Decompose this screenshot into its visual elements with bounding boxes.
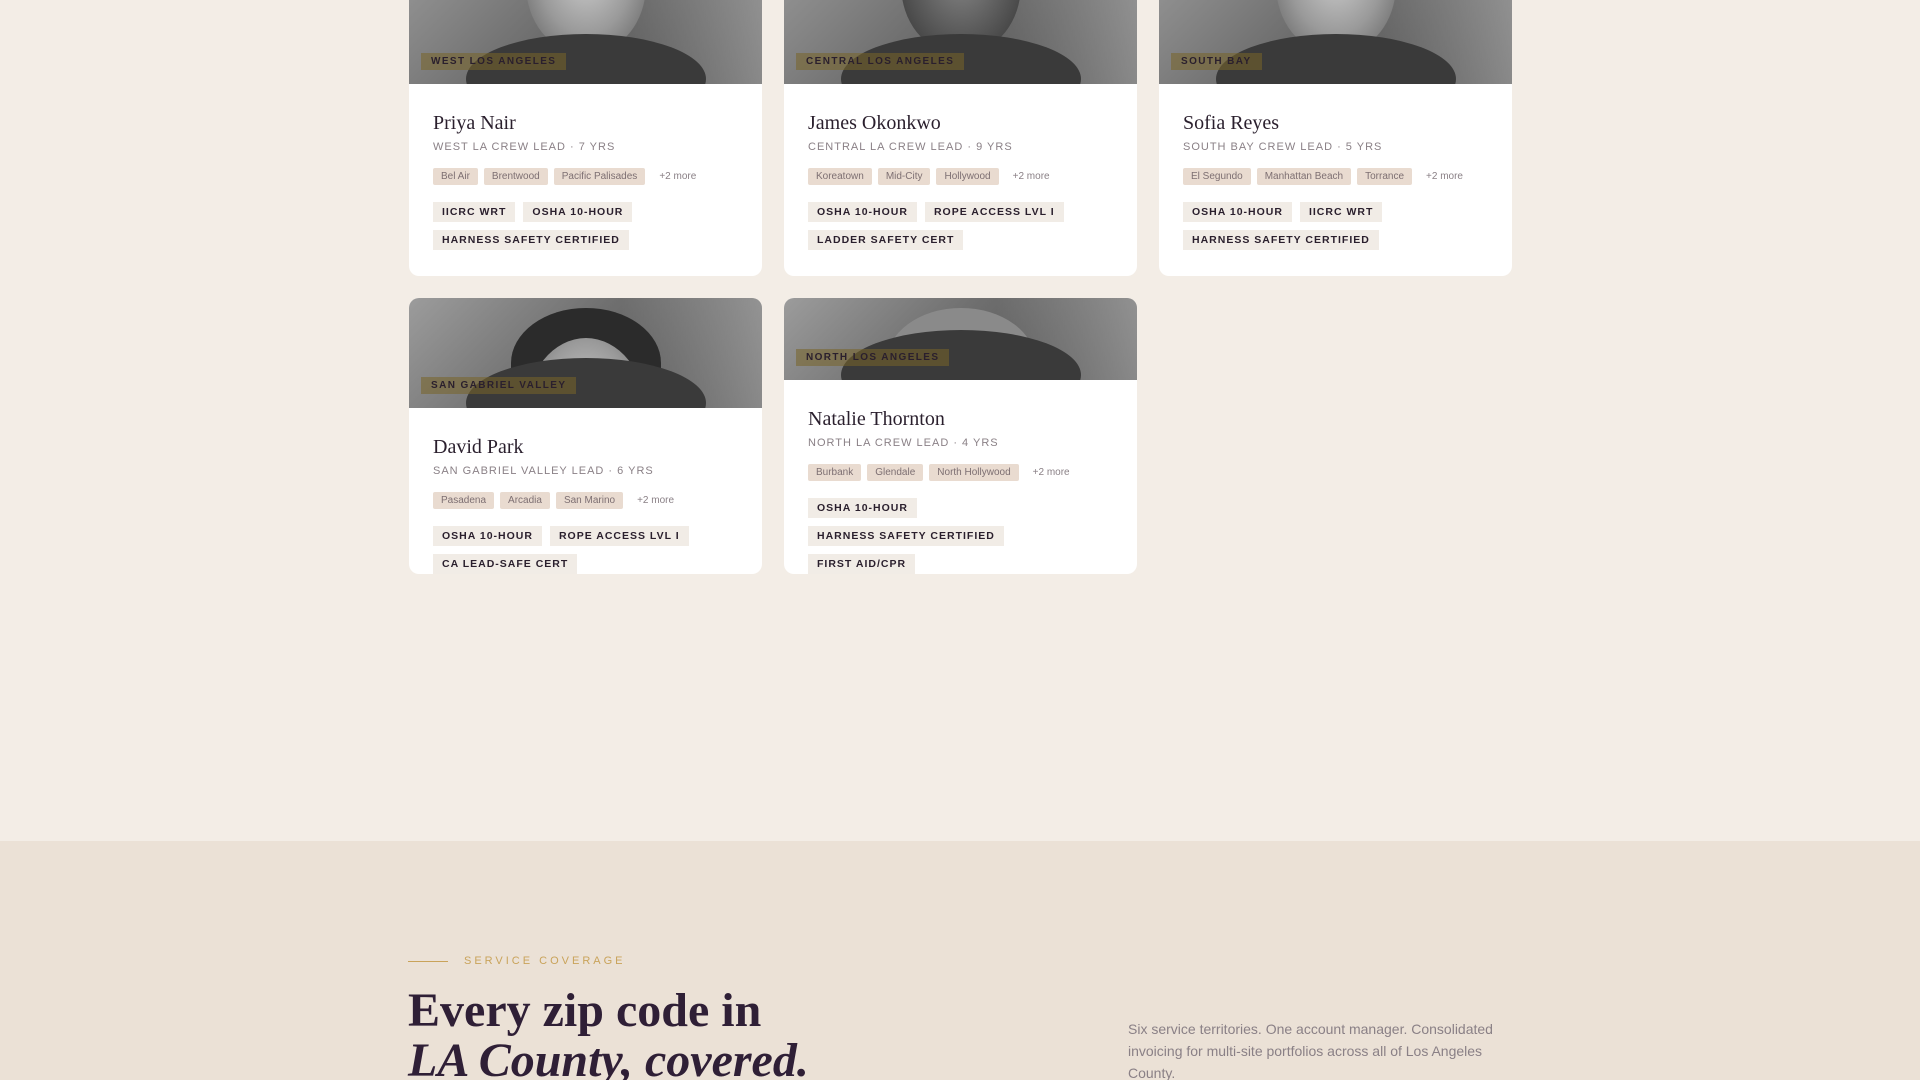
area-tag: Arcadia: [500, 491, 550, 509]
team-grid: West Los Angeles Priya Nair West LA Crew…: [409, 0, 1512, 574]
cert-badge: First Aid/CPR: [808, 554, 916, 574]
team-card-priya-nair[interactable]: West Los Angeles Priya Nair West LA Crew…: [409, 0, 762, 276]
card-body: David Park San Gabriel Valley Lead · 6 y…: [409, 408, 762, 574]
team-photo: San Gabriel Valley: [409, 298, 762, 408]
area-tag: Mid-City: [877, 167, 931, 185]
service-areas: Pasadena Arcadia San Marino +2 more: [433, 491, 738, 509]
member-role: North LA Crew Lead · 4 yrs: [808, 437, 999, 449]
coverage-headline: Every zip code in LA County, covered.: [408, 986, 809, 1080]
cert-badge: OSHA 10-Hour: [433, 526, 542, 546]
coverage-eyebrow: Service Coverage: [408, 955, 626, 967]
service-coverage-section: [0, 841, 1920, 1080]
coverage-description: Six service territories. One account man…: [1128, 1021, 1493, 1080]
eyebrow-rule: [408, 960, 448, 962]
area-tag: Burbank: [808, 463, 862, 481]
headline-line-1: Every zip code in: [408, 984, 762, 1037]
more-areas-link[interactable]: +2 more: [659, 171, 696, 182]
member-role: South Bay Crew Lead · 5 yrs: [1183, 141, 1383, 153]
region-badge: North Los Angeles: [796, 349, 950, 366]
area-tag: San Marino: [555, 491, 624, 509]
more-areas-link[interactable]: +2 more: [637, 495, 674, 506]
headline-line-2: LA County, covered.: [408, 1034, 809, 1080]
cert-badge: Harness Safety Certified: [433, 230, 629, 250]
cert-badge: OSHA 10-Hour: [523, 202, 633, 222]
eyebrow-label: Service Coverage: [464, 955, 626, 967]
more-areas-link[interactable]: +2 more: [1426, 171, 1463, 182]
more-areas-link[interactable]: +2 more: [1013, 171, 1050, 182]
cert-badge: OSHA 10-Hour: [808, 202, 917, 222]
certifications: OSHA 10-Hour IICRC WRT Harness Safety Ce…: [1183, 202, 1483, 250]
area-tag: Brentwood: [483, 167, 548, 185]
member-role: San Gabriel Valley Lead · 6 yrs: [433, 465, 654, 477]
area-tag: Pacific Palisades: [553, 167, 646, 185]
area-tag: Pasadena: [433, 491, 495, 509]
member-name: Priya Nair: [433, 112, 516, 134]
cert-badge: Ladder Safety Cert: [808, 230, 964, 250]
cert-badge: OSHA 10-Hour: [808, 498, 917, 518]
team-card-sofia-reyes[interactable]: South Bay Sofia Reyes South Bay Crew Lea…: [1159, 0, 1512, 276]
area-tag: Hollywood: [936, 167, 999, 185]
service-areas: Burbank Glendale North Hollywood +2 more: [808, 463, 1113, 481]
cert-badge: Rope Access Lvl I: [549, 526, 689, 546]
cert-badge: Harness Safety Certified: [808, 526, 1004, 546]
member-name: James Okonkwo: [808, 112, 941, 134]
region-badge: Central Los Angeles: [796, 53, 965, 70]
service-areas: Koreatown Mid-City Hollywood +2 more: [808, 167, 1113, 185]
member-name: David Park: [433, 436, 524, 458]
certifications: OSHA 10-Hour Rope Access Lvl I CA Lead-S…: [433, 526, 733, 574]
card-body: Natalie Thornton North LA Crew Lead · 4 …: [784, 380, 1137, 574]
region-badge: West Los Angeles: [421, 53, 567, 70]
team-card-david-park[interactable]: San Gabriel Valley David Park San Gabrie…: [409, 298, 762, 574]
member-role: Central LA Crew Lead · 9 yrs: [808, 141, 1013, 153]
card-body: Priya Nair West LA Crew Lead · 7 yrs Bel…: [409, 84, 762, 250]
member-name: Sofia Reyes: [1183, 112, 1280, 134]
member-name: Natalie Thornton: [808, 408, 945, 430]
region-badge: South Bay: [1171, 53, 1262, 70]
area-tag: Bel Air: [433, 167, 478, 185]
service-areas: El Segundo Manhattan Beach Torrance +2 m…: [1183, 167, 1488, 185]
area-tag: Koreatown: [808, 167, 872, 185]
team-card-natalie-thornton[interactable]: North Los Angeles Natalie Thornton North…: [784, 298, 1137, 574]
cert-badge: IICRC WRT: [1299, 202, 1383, 222]
cert-badge: IICRC WRT: [433, 202, 516, 222]
team-photo: North Los Angeles: [784, 298, 1137, 380]
cert-badge: OSHA 10-Hour: [1183, 202, 1292, 222]
certifications: IICRC WRT OSHA 10-Hour Harness Safety Ce…: [433, 202, 733, 250]
team-photo: South Bay: [1159, 0, 1512, 84]
service-areas: Bel Air Brentwood Pacific Palisades +2 m…: [433, 167, 738, 185]
area-tag: Manhattan Beach: [1256, 167, 1352, 185]
team-photo: Central Los Angeles: [784, 0, 1137, 84]
cert-badge: Rope Access Lvl I: [924, 202, 1064, 222]
area-tag: El Segundo: [1183, 167, 1251, 185]
certifications: OSHA 10-Hour Harness Safety Certified Fi…: [808, 498, 1108, 574]
certifications: OSHA 10-Hour Rope Access Lvl I Ladder Sa…: [808, 202, 1108, 250]
area-tag: Glendale: [867, 463, 924, 481]
more-areas-link[interactable]: +2 more: [1033, 467, 1070, 478]
team-photo: West Los Angeles: [409, 0, 762, 84]
cert-badge: Harness Safety Certified: [1183, 230, 1379, 250]
card-body: Sofia Reyes South Bay Crew Lead · 5 yrs …: [1159, 84, 1512, 250]
card-body: James Okonkwo Central LA Crew Lead · 9 y…: [784, 84, 1137, 250]
member-role: West LA Crew Lead · 7 yrs: [433, 141, 616, 153]
area-tag: North Hollywood: [929, 463, 1019, 481]
area-tag: Torrance: [1357, 167, 1413, 185]
region-badge: San Gabriel Valley: [421, 377, 577, 394]
team-card-james-okonkwo[interactable]: Central Los Angeles James Okonkwo Centra…: [784, 0, 1137, 276]
cert-badge: CA Lead-Safe Cert: [433, 554, 578, 574]
